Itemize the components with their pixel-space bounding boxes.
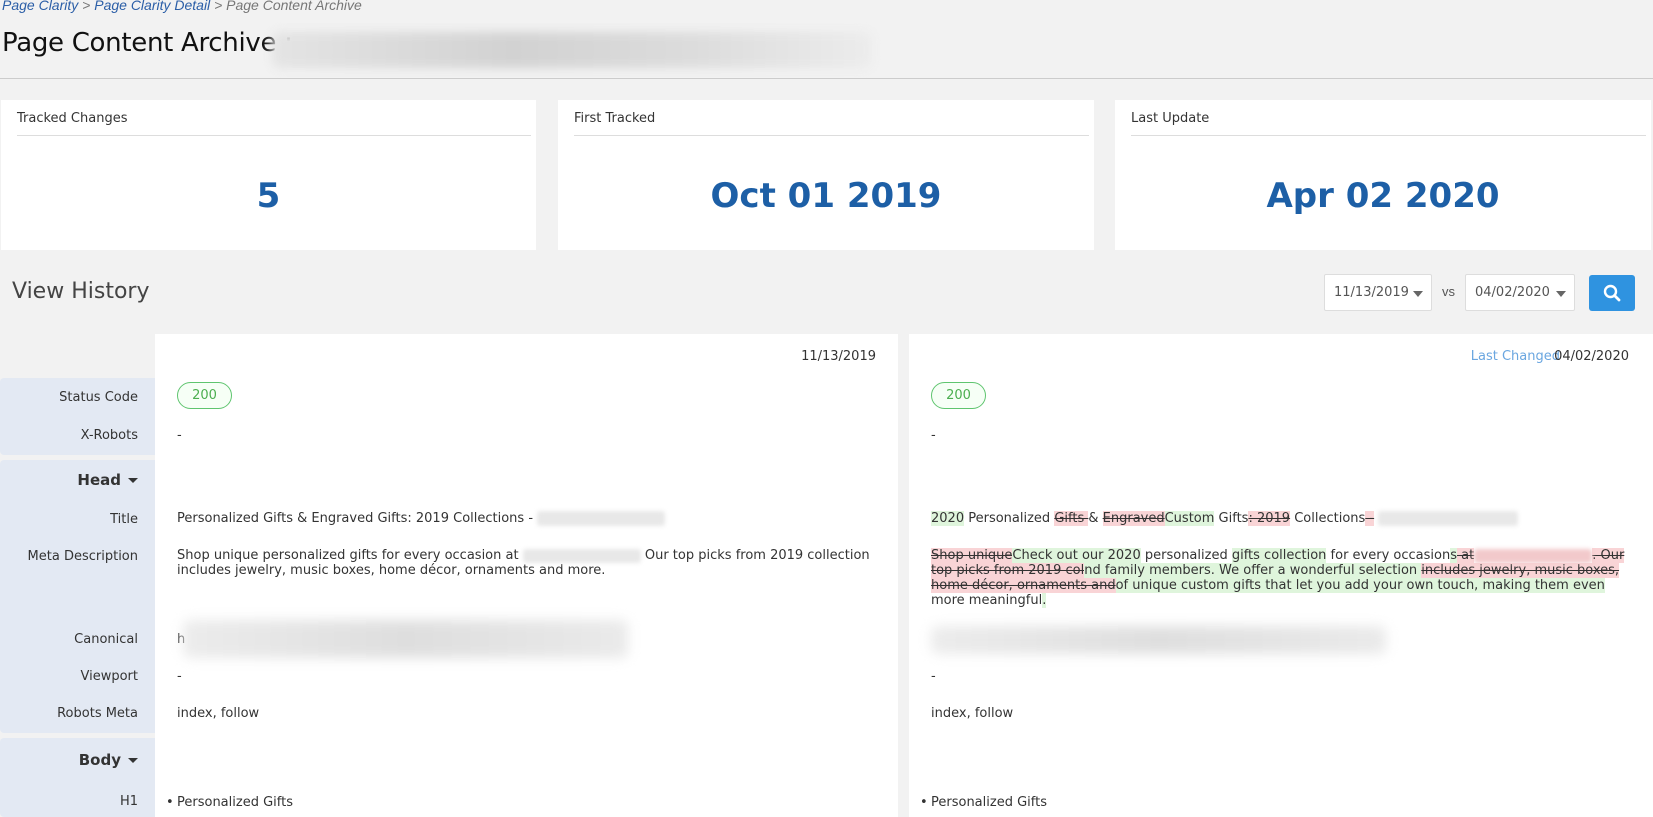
diff-added: nd family members. We offer a wonderful …	[1084, 563, 1422, 578]
diff-added: gifts collection	[1231, 548, 1327, 563]
label-canonical: Canonical	[74, 632, 138, 647]
diff-unchanged: personalized	[1140, 548, 1232, 563]
breadcrumb: Page Clarity > Page Clarity Detail > Pag…	[2, 0, 362, 13]
diff-added: Custom	[1164, 511, 1215, 526]
breadcrumb-page-clarity[interactable]: Page Clarity	[2, 0, 78, 13]
diff-added: 2020	[931, 511, 965, 526]
diff-removed: -	[1365, 511, 1375, 526]
date-from-value: 11/13/2019	[1334, 285, 1409, 300]
diff-unchanged: Collections	[1290, 511, 1366, 526]
date-to-select[interactable]: 04/02/2020	[1465, 274, 1575, 311]
redacted-canonical	[931, 626, 1386, 654]
diff-added: of unique custom gifts that let you add …	[1115, 578, 1605, 593]
tracked-changes-value: 5	[256, 176, 281, 216]
label-meta-description: Meta Description	[27, 549, 138, 564]
redacted-canonical	[183, 620, 628, 658]
left-meta-text: Shop unique personalized gifts for every…	[177, 548, 519, 563]
diff-unchanged: for every occasion	[1326, 548, 1451, 563]
head-label: Head	[77, 471, 121, 489]
last-update-label: Last Update	[1131, 100, 1646, 136]
diff-removed: Shop unique	[931, 548, 1013, 563]
left-h1: Personalized Gifts	[177, 795, 293, 810]
right-x-robots: -	[931, 428, 936, 443]
search-icon	[1603, 284, 1621, 302]
redacted-text	[522, 548, 641, 563]
caret-down-icon	[1413, 291, 1423, 297]
breadcrumb-separator: >	[214, 0, 223, 13]
date-from-select[interactable]: 11/13/2019	[1324, 274, 1432, 311]
right-title: 2020 Personalized Gifts & EngravedCustom…	[931, 511, 1519, 526]
search-button[interactable]	[1589, 275, 1635, 311]
tracked-changes-card: Tracked Changes 5	[1, 100, 536, 250]
caret-down-icon	[128, 758, 138, 763]
diff-unchanged: &	[1088, 511, 1103, 526]
left-robots-meta: index, follow	[177, 706, 260, 721]
right-viewport: -	[931, 669, 936, 684]
redacted-url	[272, 32, 872, 68]
first-tracked-card: First Tracked Oct 01 2019	[558, 100, 1094, 250]
breadcrumb-current: Page Content Archive	[226, 0, 362, 13]
left-version-panel: 11/13/2019 200 - Personalized Gifts & En…	[155, 334, 898, 817]
redacted-text	[1378, 511, 1519, 526]
body-label: Body	[78, 751, 121, 769]
diff-removed: : 2019	[1248, 511, 1291, 526]
right-panel-date: 04/02/2020	[1554, 349, 1629, 364]
status-code-badge: 200	[177, 382, 232, 409]
diff-removed: Engraved	[1102, 511, 1165, 526]
caret-down-icon	[1556, 291, 1566, 297]
left-meta-description: Shop unique personalized gifts for every…	[177, 548, 877, 578]
vs-label: vs	[1442, 284, 1455, 299]
right-meta-description: Shop uniqueCheck out our 2020 personaliz…	[931, 548, 1631, 608]
diff-removed: Gifts	[1054, 511, 1089, 526]
diff-added: .	[1042, 593, 1047, 608]
diff-unchanged: Personalized	[964, 511, 1055, 526]
diff-removed: at	[1457, 548, 1475, 563]
breadcrumb-separator: >	[82, 0, 91, 13]
head-section-toggle[interactable]: Head	[77, 471, 138, 489]
body-section-toggle[interactable]: Body	[79, 751, 138, 769]
last-changed-label: Last Changed	[1470, 349, 1560, 364]
breadcrumb-page-clarity-detail[interactable]: Page Clarity Detail	[94, 0, 210, 13]
first-tracked-label: First Tracked	[574, 100, 1089, 136]
bullet: •	[920, 795, 928, 810]
label-status-code: Status Code	[59, 390, 138, 405]
diff-unchanged: Gifts	[1214, 511, 1249, 526]
left-viewport: -	[177, 669, 182, 684]
page-title: Page Content Archive :	[2, 28, 293, 58]
caret-down-icon	[128, 478, 138, 483]
first-tracked-value: Oct 01 2019	[710, 176, 942, 216]
redacted-text	[537, 511, 666, 526]
last-update-card: Last Update Apr 02 2020	[1115, 100, 1651, 250]
right-h1: Personalized Gifts	[931, 795, 1047, 810]
right-robots-meta: index, follow	[931, 706, 1014, 721]
diff-added: Check out our 2020	[1012, 548, 1141, 563]
label-robots-meta: Robots Meta	[57, 706, 138, 721]
body-group: Body H1	[0, 738, 155, 817]
diff-unchanged: more meaningful	[931, 593, 1043, 608]
status-group: Status Code X-Robots	[0, 378, 155, 455]
label-title: Title	[110, 512, 138, 527]
label-x-robots: X-Robots	[80, 428, 138, 443]
title-divider	[0, 78, 1653, 79]
left-x-robots: -	[177, 428, 182, 443]
view-history-title: View History	[12, 279, 150, 304]
date-to-value: 04/02/2020	[1475, 285, 1550, 300]
redacted-text	[1474, 548, 1593, 563]
tracked-changes-label: Tracked Changes	[17, 100, 531, 136]
status-code-badge: 200	[931, 382, 986, 409]
left-title: Personalized Gifts & Engraved Gifts: 201…	[177, 511, 666, 526]
label-h1: H1	[119, 794, 138, 809]
left-meta-text: includes jewelry, music boxes, home déco…	[177, 563, 606, 578]
left-title-text: Personalized Gifts & Engraved Gifts: 201…	[177, 511, 534, 526]
label-viewport: Viewport	[80, 669, 139, 684]
left-meta-text: Our top picks from 2019 collection	[644, 548, 870, 563]
left-panel-date: 11/13/2019	[801, 349, 876, 364]
diff-added: s	[1450, 548, 1457, 563]
bullet: •	[166, 795, 174, 810]
last-update-value: Apr 02 2020	[1266, 176, 1500, 216]
right-version-panel: Last Changed 04/02/2020 200 - 2020 Perso…	[909, 334, 1653, 817]
head-group: Head Title Meta Description Canonical Vi…	[0, 460, 155, 733]
